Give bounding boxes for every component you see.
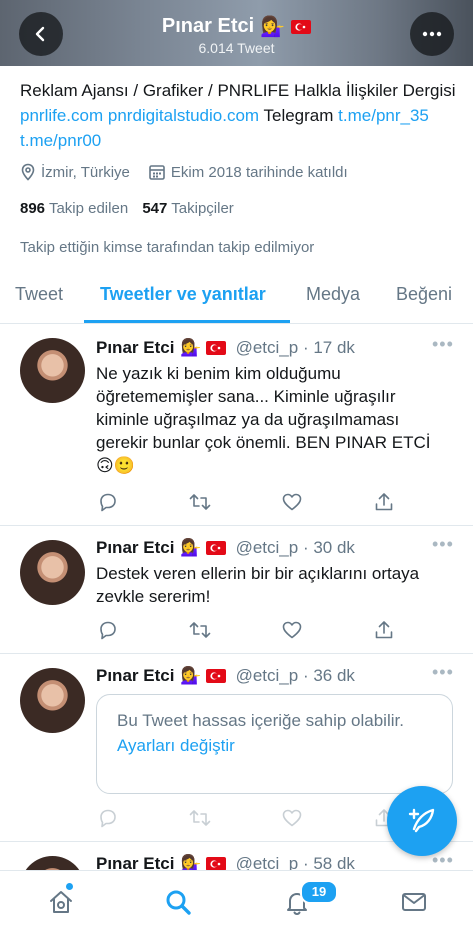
home-icon[interactable] <box>46 887 76 917</box>
retweet-icon[interactable] <box>188 806 212 830</box>
sensitive-content-message: Bu Tweet hassas içeriğe sahip olabilir. <box>117 711 404 730</box>
tweet-more-icon[interactable]: ••• <box>432 534 454 555</box>
reply-icon[interactable] <box>96 618 120 642</box>
header-title: Pınar Etci 💁‍♀️ 6.014 Tweet <box>0 14 473 56</box>
notifications-badge: 19 <box>300 880 338 904</box>
more-options-button[interactable] <box>410 12 454 56</box>
following-label: Takip edilen <box>48 200 129 217</box>
tweet-text: Destek veren ellerin bir bir açıklarını … <box>96 564 420 606</box>
calendar-icon <box>148 163 166 181</box>
bio-link-pnrdigitalstudio[interactable]: pnrdigitalstudio.com <box>108 106 259 125</box>
more-dots-icon <box>422 31 442 37</box>
tweet-item[interactable]: Pınar Etci 💁‍♀️ @etci_p · 17 dk ••• Ne y… <box>0 324 473 526</box>
turkey-flag-emoji <box>205 541 226 555</box>
woman-tipping-hand-emoji: 💁‍♀️ <box>180 338 202 357</box>
bio-link-pnrlife[interactable]: pnrlife.com <box>20 106 103 125</box>
tweet-handle-time: @etci_p · 17 dk <box>235 338 355 357</box>
not-followed-notice: Takip ettiğin kimse tarafından takip edi… <box>20 239 315 256</box>
tweet-author-name: Pınar Etci <box>96 538 175 557</box>
messages-envelope-icon[interactable] <box>399 887 429 917</box>
joined-text: Ekim 2018 tarihinde katıldı <box>170 163 348 181</box>
avatar[interactable] <box>20 540 85 605</box>
tweet-author-name: Pınar Etci <box>96 338 175 357</box>
tweet-text: Ne yazık ki benim kim olduğumu öğretemem… <box>96 364 431 475</box>
change-settings-link[interactable]: Ayarları değiştir <box>117 734 432 757</box>
home-new-content-dot <box>66 883 73 890</box>
active-tab-indicator <box>84 320 290 323</box>
following-count: 896 <box>20 200 46 217</box>
turkey-flag-emoji <box>205 857 226 871</box>
bio-text: Reklam Ajansı / Grafiker / PNRLIFE Halkl… <box>20 81 456 100</box>
sensitive-content-card[interactable]: Bu Tweet hassas içeriğe sahip olabilir. … <box>96 694 453 794</box>
tweet-actions <box>96 806 396 830</box>
share-icon[interactable] <box>372 490 396 514</box>
follow-stats: 896 Takip edilen 547 Takipçiler <box>20 200 234 217</box>
location-text: İzmir, Türkiye <box>41 163 130 181</box>
tab-tweets[interactable]: Tweet <box>15 284 63 305</box>
retweet-icon[interactable] <box>188 490 212 514</box>
bottom-navigation: 19 <box>0 870 473 934</box>
profile-tabs: Tweet Tweetler ve yanıtlar Medya Beğeni <box>0 272 473 324</box>
share-icon[interactable] <box>372 618 396 642</box>
tweet-count: 6.014 Tweet <box>198 40 275 56</box>
tab-tweets-and-replies[interactable]: Tweetler ve yanıtlar <box>100 284 266 305</box>
tweet-handle-time: @etci_p · 30 dk <box>235 538 355 557</box>
woman-tipping-hand-emoji: 💁‍♀️ <box>180 666 202 685</box>
bio-link-telegram-1[interactable]: t.me/pnr_35 <box>338 106 429 125</box>
tweet-more-icon[interactable]: ••• <box>432 334 454 355</box>
location-pin-icon <box>20 163 36 181</box>
tweet-author-name: Pınar Etci <box>96 666 175 685</box>
bio-link-telegram-2[interactable]: t.me/pnr00 <box>20 131 101 150</box>
search-icon[interactable] <box>163 887 193 917</box>
bio-telegram-label: Telegram <box>263 106 334 125</box>
profile-bio: Reklam Ajansı / Grafiker / PNRLIFE Halkl… <box>20 78 460 153</box>
turkey-flag-emoji <box>205 669 226 683</box>
followers-label: Takipçiler <box>171 200 234 217</box>
reply-icon[interactable] <box>96 806 120 830</box>
tweet-item[interactable]: Pınar Etci 💁‍♀️ @etci_p · 30 dk ••• Dest… <box>0 526 473 654</box>
retweet-icon[interactable] <box>188 618 212 642</box>
like-heart-icon[interactable] <box>280 618 304 642</box>
like-heart-icon[interactable] <box>280 806 304 830</box>
header-name: Pınar Etci <box>161 15 255 37</box>
woman-tipping-hand-emoji: 💁‍♀️ <box>180 538 202 557</box>
tweet-actions <box>96 618 396 642</box>
turkey-flag-emoji <box>291 19 312 34</box>
followers-count: 547 <box>142 200 168 217</box>
woman-tipping-hand-emoji: 💁‍♀️ <box>260 16 286 38</box>
tweet-handle-time: @etci_p · 36 dk <box>235 666 355 685</box>
tab-likes[interactable]: Beğeni <box>396 284 452 305</box>
compose-feather-icon <box>408 808 435 833</box>
profile-meta: İzmir, Türkiye Ekim 2018 tarihinde katıl… <box>20 163 348 181</box>
reply-icon[interactable] <box>96 490 120 514</box>
tweet-actions <box>96 490 396 514</box>
like-heart-icon[interactable] <box>280 490 304 514</box>
profile-header-banner: Pınar Etci 💁‍♀️ 6.014 Tweet <box>0 0 473 66</box>
avatar[interactable] <box>20 338 85 403</box>
compose-tweet-button[interactable] <box>387 786 457 856</box>
avatar[interactable] <box>20 668 85 733</box>
following-link[interactable]: 896 Takip edilen <box>20 200 128 217</box>
tweet-more-icon[interactable]: ••• <box>432 662 454 683</box>
followers-link[interactable]: 547 Takipçiler <box>142 200 233 217</box>
tab-media[interactable]: Medya <box>306 284 360 305</box>
turkey-flag-emoji <box>205 341 226 355</box>
